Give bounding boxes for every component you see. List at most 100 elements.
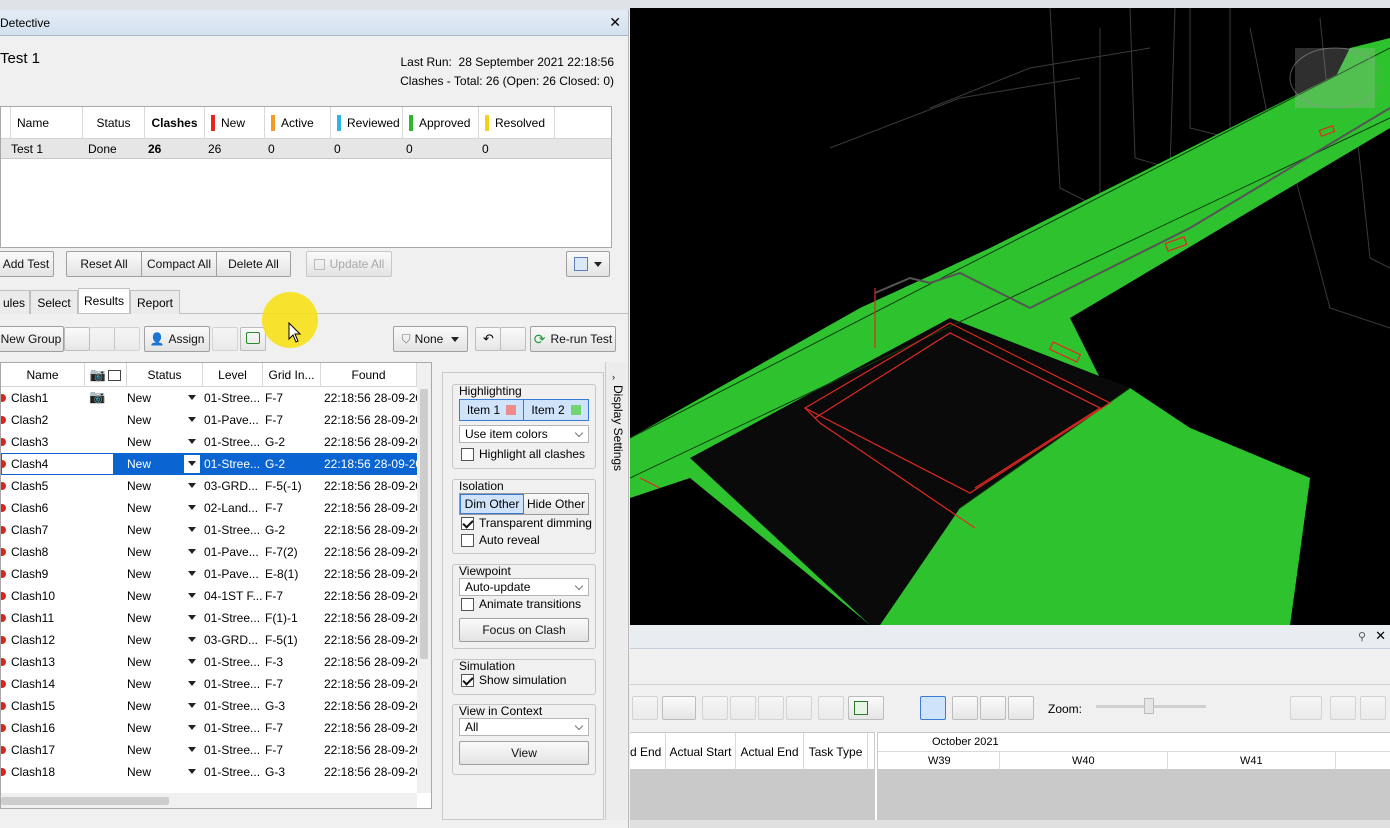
view-both-icon-button[interactable] [1008, 696, 1034, 720]
col-level[interactable]: Level [203, 363, 263, 387]
chevron-down-icon[interactable] [188, 747, 196, 752]
table-row[interactable]: Clash17 New 01-Stree... F-7 22:18:56 28-09-2… [1, 739, 417, 761]
table-row[interactable]: Clash6 New 02-Land... F-7 22:18:56 28-09-20 [1, 497, 417, 519]
col-status[interactable]: Status [83, 107, 145, 139]
chevron-down-icon[interactable] [188, 417, 196, 422]
ungroup-icon-button[interactable] [89, 327, 115, 351]
chevron-down-icon[interactable] [188, 725, 196, 730]
table-row[interactable]: Clash15 New 01-Stree... G-3 22:18:56 28-09-2… [1, 695, 417, 717]
col-resolved[interactable]: Resolved [479, 107, 555, 139]
viewpoint-mode-select[interactable]: Auto-update [459, 578, 589, 596]
chevron-down-icon[interactable] [188, 571, 196, 576]
dim-other-button[interactable]: Dim Other [460, 494, 524, 514]
col-planned-end[interactable]: d End [630, 733, 666, 771]
chevron-down-icon[interactable] [188, 395, 196, 400]
close-icon[interactable]: ✕ [609, 14, 621, 31]
comment-icon-button[interactable] [240, 327, 266, 351]
table-row[interactable]: Clash1 📷 New 01-Stree... F-7 22:18:56 28-09-2… [1, 387, 417, 409]
view-button[interactable]: View [459, 741, 589, 765]
compact-all-button[interactable]: Compact All [141, 251, 217, 277]
table-row[interactable]: Clash11 New 01-Stree... F(1)-1 22:18:56 28-0… [1, 607, 417, 629]
item1-toggle[interactable]: Item 1 [460, 400, 524, 420]
view-actual-icon-button[interactable] [980, 696, 1006, 720]
filter-icon-button[interactable] [1290, 696, 1322, 720]
col-actual-end[interactable]: Actual End [736, 733, 804, 771]
tab-report[interactable]: Report [130, 290, 180, 314]
comment-icon-button[interactable] [818, 696, 844, 720]
table-row[interactable]: Clash3 New 01-Stree... G-2 22:18:56 28-09-20 [1, 431, 417, 453]
outdent-icon-button[interactable] [730, 696, 756, 720]
table-row[interactable]: Clash8 New 01-Pave... F-7(2) 22:18:56 28-09-… [1, 541, 417, 563]
table-row[interactable]: Clash14 New 01-Stree... F-7 22:18:56 28-09-2… [1, 673, 417, 695]
timeliner-hscroll[interactable] [630, 820, 1390, 828]
columns-icon-button[interactable] [848, 696, 884, 720]
move-up-icon-button[interactable] [758, 696, 784, 720]
chevron-down-icon[interactable] [188, 483, 196, 488]
close-icon[interactable]: ✕ [1375, 628, 1386, 644]
table-row[interactable]: Clash7 New 01-Stree... G-2 22:18:56 28-09-20 [1, 519, 417, 541]
table-row[interactable]: Clash16 New 01-Stree... F-7 22:18:56 28-09-2… [1, 717, 417, 739]
view-planned-icon-button[interactable] [952, 696, 978, 720]
export-dropdown-button[interactable] [566, 251, 610, 277]
vertical-scrollbar[interactable] [417, 363, 431, 793]
chevron-down-icon[interactable] [188, 659, 196, 664]
scrollbar-thumb[interactable] [420, 389, 428, 659]
col-viewpoint-comment[interactable]: 📷 [85, 363, 127, 387]
table-row[interactable]: Clash2 New 01-Pave... F-7 22:18:56 28-09-20 [1, 409, 417, 431]
table-row[interactable]: Clash9 New 01-Pave... E-8(1) 22:18:56 28-09-… [1, 563, 417, 585]
chevron-down-icon[interactable] [188, 593, 196, 598]
chevron-down-icon[interactable] [188, 461, 196, 466]
tab-rules[interactable]: ules [0, 290, 30, 314]
col-active[interactable]: Active [265, 107, 331, 139]
chevron-down-icon[interactable] [188, 505, 196, 510]
chevron-down-icon[interactable] [188, 527, 196, 532]
zoom-slider-thumb[interactable] [1144, 698, 1154, 714]
animate-transitions-checkbox[interactable] [461, 598, 474, 611]
show-simulation-checkbox[interactable] [461, 674, 474, 687]
table-row-partial[interactable] [1, 783, 417, 791]
col-name[interactable]: Name [11, 107, 83, 139]
test-row[interactable]: Test 1 Done 26 26 0 0 0 0 [1, 139, 611, 159]
indent-icon-button[interactable] [702, 696, 728, 720]
col-actual-start[interactable]: Actual Start [666, 733, 736, 771]
highlight-color-mode-select[interactable]: Use item colors [459, 425, 589, 443]
col-found[interactable]: Found [321, 363, 417, 387]
new-group-button[interactable]: New Group [0, 326, 64, 352]
delete-all-button[interactable]: Delete All [216, 251, 291, 277]
col-clash-status[interactable]: Status [127, 363, 203, 387]
add-test-button[interactable]: Add Test [0, 251, 54, 277]
transparent-dimming-checkbox[interactable] [461, 517, 474, 530]
col-new[interactable]: New [205, 107, 265, 139]
chevron-down-icon[interactable] [188, 703, 196, 708]
rerun-test-button[interactable]: ⟳ Re-run Test [530, 326, 616, 352]
pin-icon[interactable]: ⚲ [1358, 630, 1366, 643]
reset-icon-button[interactable]: ↶ [475, 327, 501, 351]
reset-all-button[interactable]: Reset All [66, 251, 142, 277]
auto-reveal-checkbox[interactable] [461, 534, 474, 547]
table-row[interactable]: Clash13 New 01-Stree... F-3 22:18:56 28-09-2… [1, 651, 417, 673]
view-gantt-icon-button[interactable] [920, 696, 946, 720]
sort-icon-button[interactable] [500, 327, 526, 351]
chevron-down-icon[interactable] [188, 615, 196, 620]
focus-on-clash-button[interactable]: Focus on Clash [459, 618, 589, 642]
hscroll-thumb[interactable] [1, 797, 169, 805]
col-reviewed[interactable]: Reviewed [331, 107, 403, 139]
col-clash-name[interactable]: Name [1, 363, 85, 387]
chevron-down-icon[interactable] [188, 637, 196, 642]
context-select[interactable]: All [459, 718, 589, 736]
chevron-down-icon[interactable] [188, 439, 196, 444]
table-row[interactable]: Clash18 New 01-Stree... G-3 22:18:56 28-09-2… [1, 761, 417, 783]
table-row[interactable]: Clash5 New 03-GRD... F-5(-1) 22:18:56 28-09-… [1, 475, 417, 497]
move-down-icon-button[interactable] [786, 696, 812, 720]
update-all-button[interactable]: Update All [306, 251, 392, 277]
chevron-down-icon[interactable] [188, 769, 196, 774]
col-clashes[interactable]: Clashes [145, 107, 205, 139]
chevron-down-icon[interactable] [188, 681, 196, 686]
table-row[interactable]: Clash12 New 03-GRD... F-5(1) 22:18:56 28-09-… [1, 629, 417, 651]
display-settings-tab[interactable]: › Display Settings [605, 362, 627, 820]
group-icon-button[interactable] [64, 327, 90, 351]
3d-viewport[interactable] [630, 8, 1390, 625]
col-task-type[interactable]: Task Type [804, 733, 868, 771]
attach-icon-button[interactable] [662, 696, 696, 720]
chevron-down-icon[interactable] [188, 549, 196, 554]
